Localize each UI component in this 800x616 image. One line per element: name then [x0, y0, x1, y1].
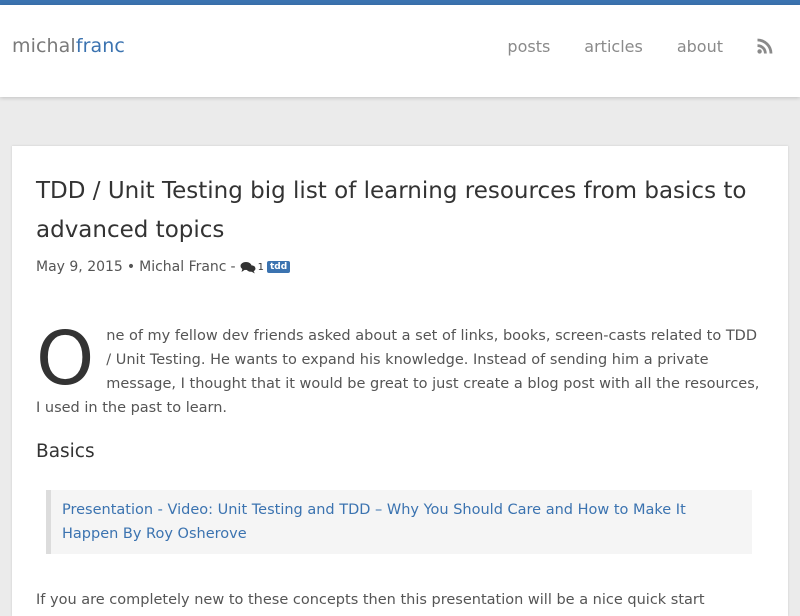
tag-tdd[interactable]: tdd — [266, 261, 291, 273]
comment-count[interactable]: 1 — [258, 262, 264, 273]
dropcap-letter: O — [36, 316, 95, 402]
intro-paragraph: One of my fellow dev friends asked about… — [36, 316, 766, 420]
resource-quote: Presentation - Video: Unit Testing and T… — [46, 490, 752, 554]
logo-text-michal: michal — [12, 35, 76, 57]
site-header: michalfranc posts articles about — [0, 5, 800, 97]
meta-dash: - — [230, 259, 236, 275]
site-logo[interactable]: michalfranc — [12, 35, 125, 57]
nav-articles-link[interactable]: articles — [584, 37, 643, 56]
intro-text: ne of my fellow dev friends asked about … — [36, 328, 760, 416]
post-title: TDD / Unit Testing big list of learning … — [36, 178, 747, 243]
post-meta: May 9, 2015 • Michal Franc - 1 tdd — [36, 259, 291, 275]
nav-posts-link[interactable]: posts — [507, 37, 550, 56]
resource-link-roy-osherove[interactable]: Presentation - Video: Unit Testing and T… — [62, 502, 686, 542]
post-card: TDD / Unit Testing big list of learning … — [12, 146, 788, 616]
nav-about-link[interactable]: about — [677, 37, 723, 56]
meta-separator: • — [126, 259, 136, 275]
comment-icon-graphic — [240, 261, 256, 273]
main-nav: posts articles about — [507, 36, 800, 56]
post-date: May 9, 2015 — [36, 259, 123, 275]
rss-icon[interactable] — [757, 38, 773, 54]
section-heading-basics: Basics — [36, 441, 95, 462]
comment-icon[interactable] — [240, 261, 256, 274]
logo-text-franc: franc — [75, 35, 125, 57]
post-author: Michal Franc — [139, 259, 227, 275]
rss-icon-graphic — [757, 38, 773, 54]
next-paragraph: If you are completely new to these conce… — [36, 592, 705, 608]
